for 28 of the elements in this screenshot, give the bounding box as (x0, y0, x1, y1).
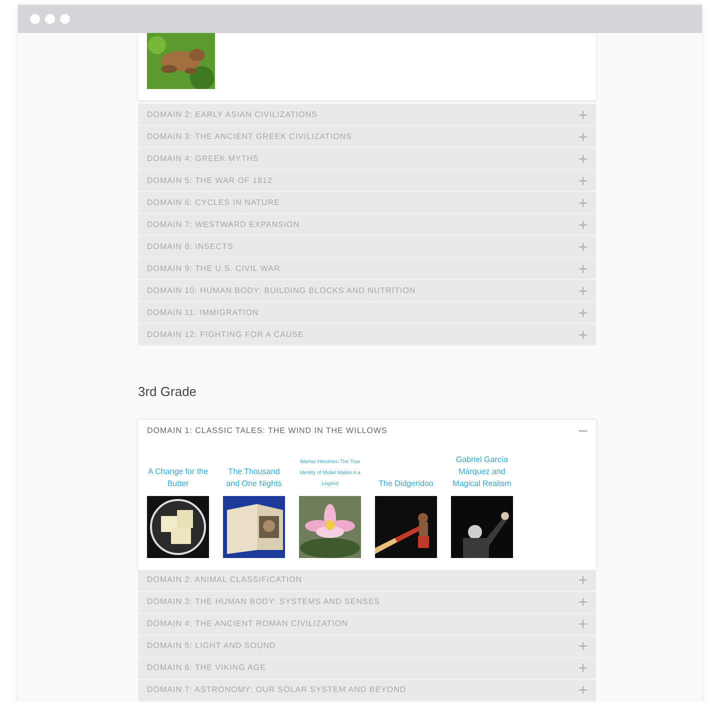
plus-icon (579, 264, 587, 272)
plus-icon (579, 620, 587, 628)
accordion-header[interactable]: DOMAIN 4: THE ANCIENT ROMAN CIVILIZATION (138, 614, 596, 636)
plus-icon (579, 642, 587, 650)
accordion-header[interactable]: DOMAIN 6: THE VIKING AGE (138, 658, 596, 680)
accordion-header[interactable]: DOMAIN 7: ASTRONOMY: OUR SOLAR SYSTEM AND BEYOND (138, 680, 596, 702)
plus-icon (579, 132, 587, 140)
plus-icon (579, 686, 587, 694)
plus-icon (579, 110, 587, 118)
plus-icon (579, 176, 587, 184)
plus-icon (579, 286, 587, 294)
plus-icon (579, 308, 587, 316)
grade-heading: 3rd Grade (138, 383, 198, 401)
plus-icon (579, 154, 587, 162)
plus-icon (579, 576, 587, 584)
plus-icon (579, 598, 587, 606)
story-link[interactable]: Gabriel García Márquez and Magical Realism (449, 454, 515, 490)
accordion-header[interactable]: DOMAIN 1: CLASSIC TALES: THE WIND IN THE WILLOWS (138, 420, 596, 442)
accordion-header[interactable]: DOMAIN 3: THE HUMAN BODY: SYSTEMS AND SENSES (138, 592, 596, 614)
accordion-header[interactable]: DOMAIN 5: LIGHT AND SOUND (138, 636, 596, 658)
story-link[interactable]: The Didgeridoo (373, 478, 439, 490)
plus-icon (579, 330, 587, 338)
story-link[interactable]: The Thousand and One Nights (221, 466, 287, 490)
plus-icon (579, 242, 587, 250)
plus-icon (579, 198, 587, 206)
plus-icon (579, 664, 587, 672)
plus-icon (579, 220, 587, 228)
story-link[interactable]: A Change for the Butter (145, 466, 211, 490)
